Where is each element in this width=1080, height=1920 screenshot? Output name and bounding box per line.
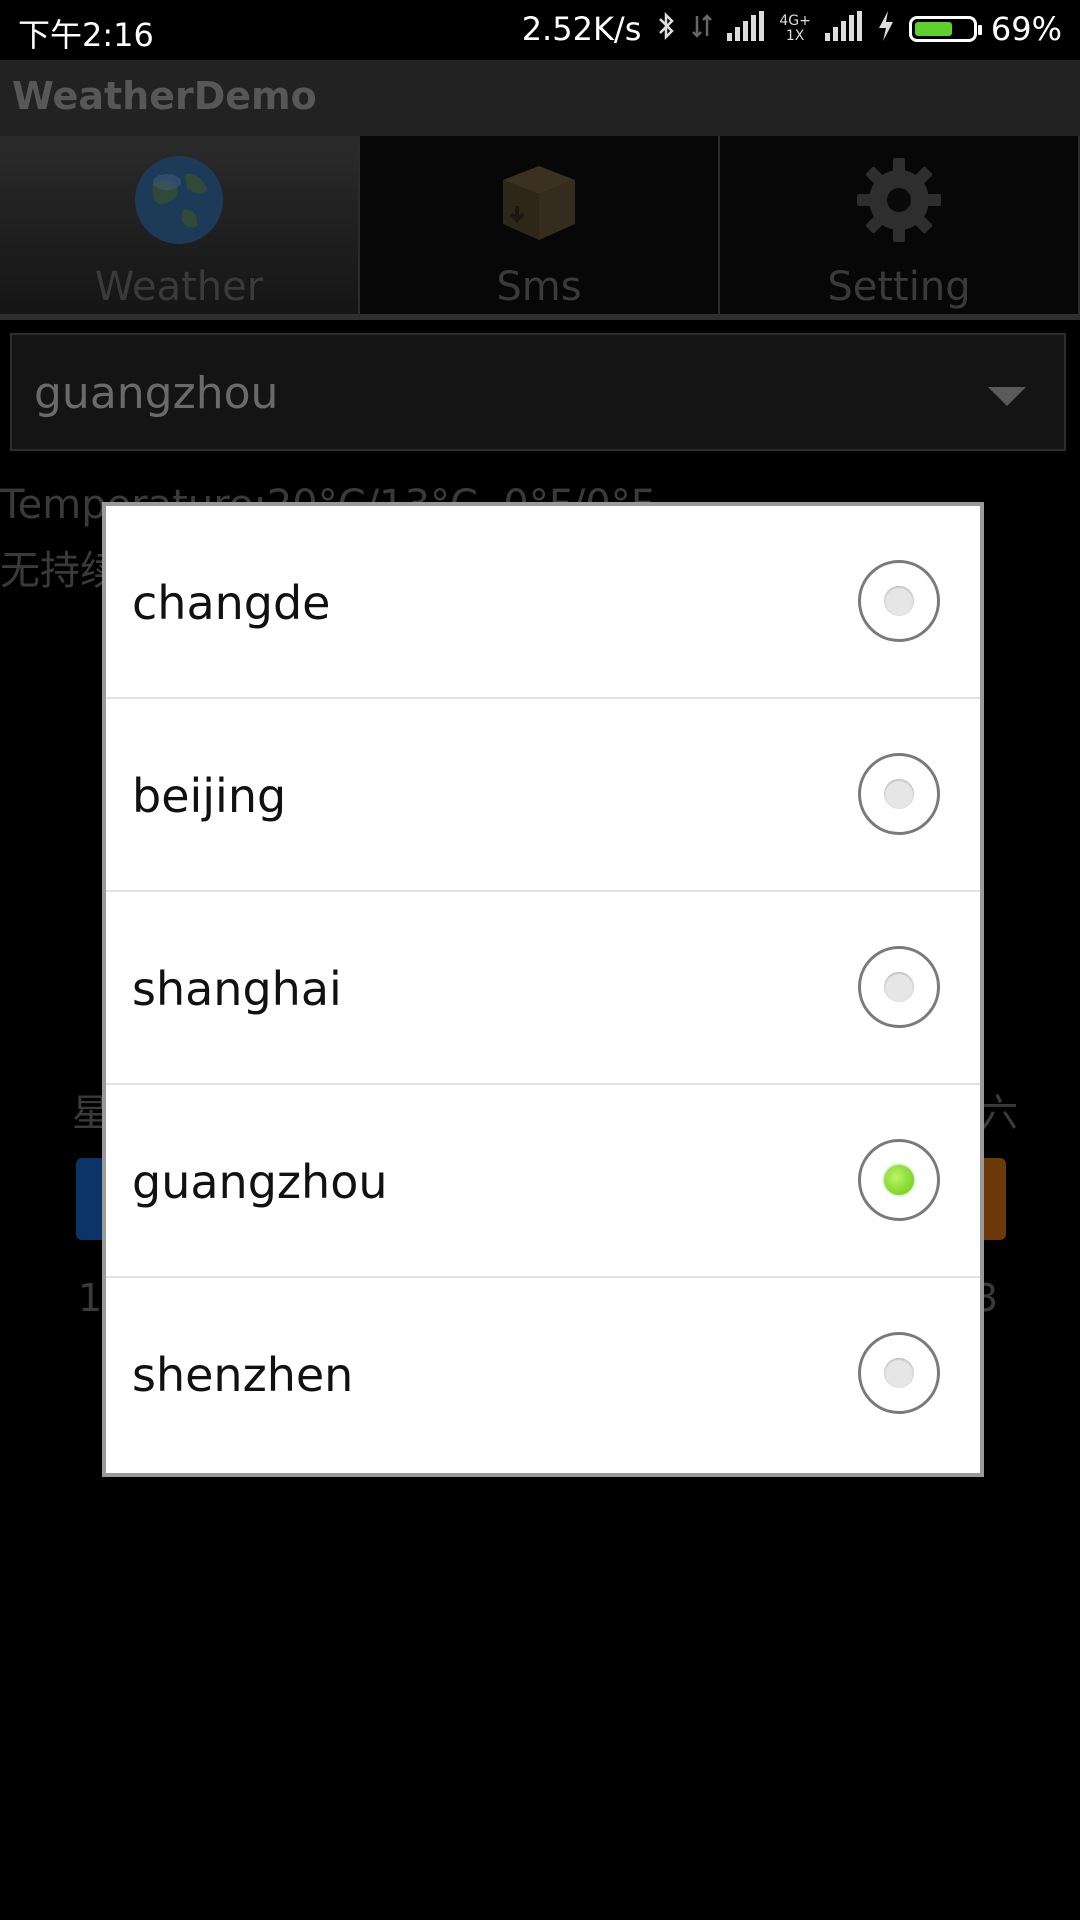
tab-setting-label: Setting xyxy=(827,264,971,310)
battery-fill xyxy=(914,22,952,36)
charging-bolt-icon xyxy=(877,10,895,48)
city-choice-dialog: changde beijing shanghai guangzhou shenz… xyxy=(102,502,984,1477)
tab-bar: Weather Sms Setting xyxy=(0,136,1080,320)
option-guangzhou[interactable]: guangzhou xyxy=(106,1085,980,1278)
tab-sms[interactable]: Sms xyxy=(360,136,720,320)
network-type-top: 4G+ xyxy=(779,13,811,29)
radio-indicator xyxy=(884,779,914,809)
tab-weather-label: Weather xyxy=(94,264,264,310)
globe-icon xyxy=(133,154,225,246)
data-transfer-icon xyxy=(691,12,713,47)
gear-icon xyxy=(853,154,945,246)
tab-setting[interactable]: Setting xyxy=(720,136,1080,320)
option-shenzhen[interactable]: shenzhen xyxy=(106,1278,980,1471)
forecast-value-left: 1 xyxy=(78,1276,103,1320)
radio-button-checked[interactable] xyxy=(858,1139,940,1221)
net-speed: 2.52K/s xyxy=(521,10,642,48)
tab-weather[interactable]: Weather xyxy=(0,136,360,320)
radio-button[interactable] xyxy=(858,946,940,1028)
status-time: 下午2:16 xyxy=(18,16,154,54)
radio-button[interactable] xyxy=(858,753,940,835)
box-icon xyxy=(493,154,585,246)
option-shanghai[interactable]: shanghai xyxy=(106,892,980,1085)
network-type-label: 4G+ 1X xyxy=(779,14,811,44)
option-label: shenzhen xyxy=(132,1348,354,1402)
option-changde[interactable]: changde xyxy=(106,506,980,699)
radio-button[interactable] xyxy=(858,1332,940,1414)
tab-underline xyxy=(360,314,718,320)
radio-button[interactable] xyxy=(858,560,940,642)
spinner-selected-value: guangzhou xyxy=(34,368,279,419)
status-right-group: 2.52K/s 4G+ 1X 69% xyxy=(522,10,1062,48)
tab-underline xyxy=(720,314,1078,320)
bluetooth-icon xyxy=(655,11,677,48)
network-type-bottom: 1X xyxy=(785,28,805,44)
app-bar: WeatherDemo xyxy=(0,60,1080,138)
dropdown-arrow-icon xyxy=(988,387,1026,406)
weekday-label-right: 六 xyxy=(980,1091,1019,1135)
battery-icon xyxy=(908,16,982,42)
battery-percent: 69% xyxy=(990,10,1062,48)
option-label: guangzhou xyxy=(132,1155,388,1209)
option-label: beijing xyxy=(132,769,287,823)
city-spinner[interactable]: guangzhou xyxy=(10,333,1066,451)
radio-indicator xyxy=(884,586,914,616)
radio-indicator xyxy=(884,1165,914,1195)
signal-icon-sim1 xyxy=(727,10,765,48)
tab-underline xyxy=(0,314,358,320)
app-title: WeatherDemo xyxy=(12,74,317,118)
option-label: shanghai xyxy=(132,962,342,1016)
status-bar: 下午2:16 2.52K/s 4G+ 1X 69% xyxy=(0,0,1080,60)
signal-icon-sim2 xyxy=(824,10,863,48)
option-label: changde xyxy=(132,576,331,630)
option-beijing[interactable]: beijing xyxy=(106,699,980,892)
radio-indicator xyxy=(884,1358,914,1388)
radio-indicator xyxy=(884,972,914,1002)
tab-sms-label: Sms xyxy=(496,264,582,310)
